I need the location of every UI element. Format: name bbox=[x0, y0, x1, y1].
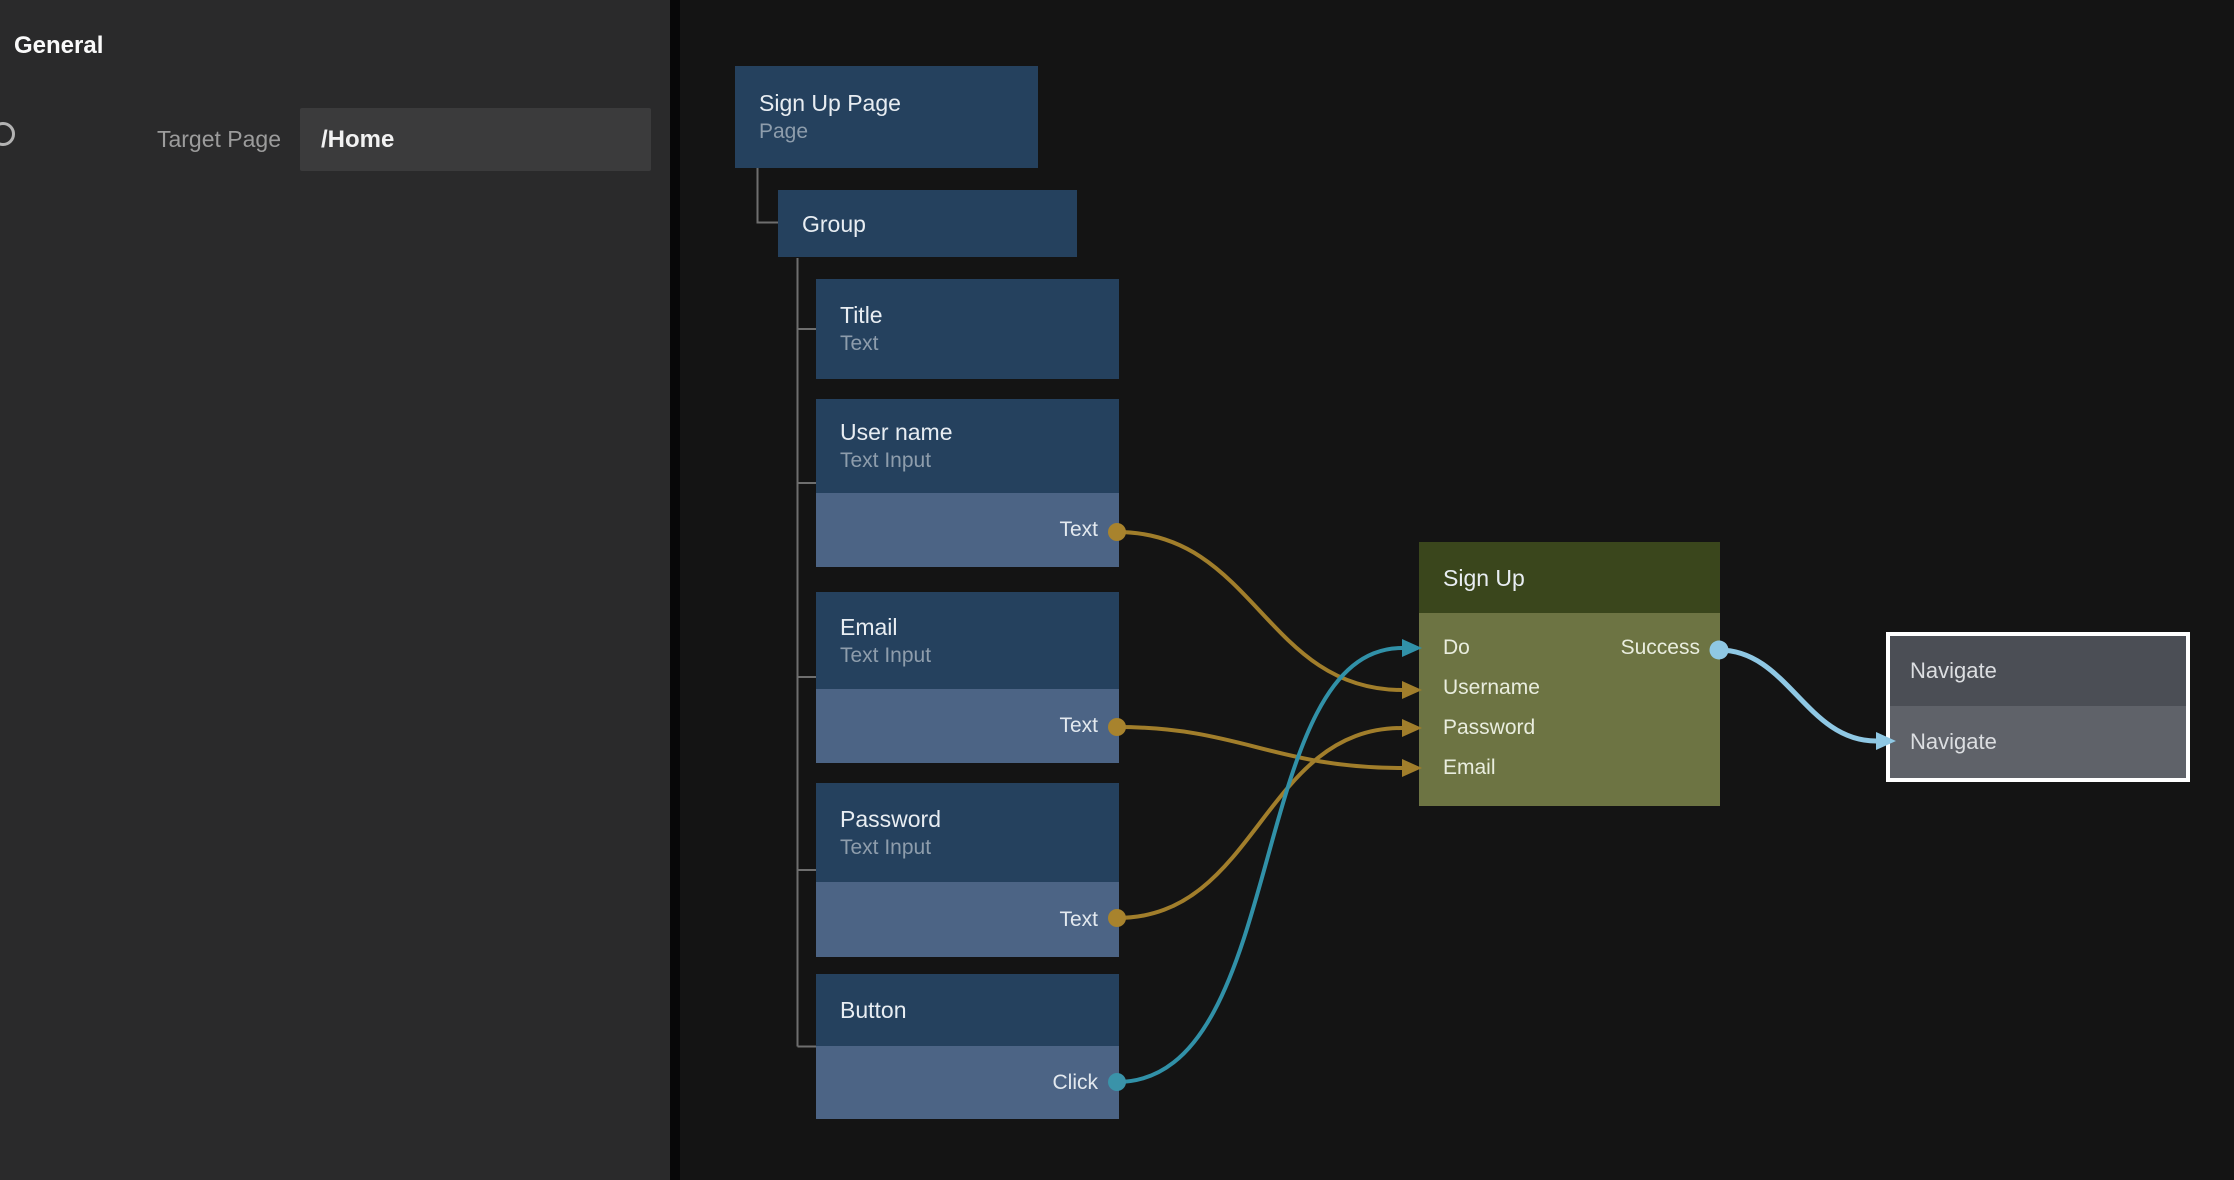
node-subtitle: Text Input bbox=[840, 835, 1119, 861]
node-subtitle: Text Input bbox=[840, 643, 1119, 669]
tree-connector-lines bbox=[758, 168, 817, 1047]
node-title: Navigate bbox=[1910, 658, 1997, 684]
tree-node-username[interactable]: User name Text Input Text bbox=[816, 399, 1119, 567]
node-title: Email bbox=[840, 613, 1119, 641]
connection-success-navigate[interactable] bbox=[1719, 650, 1876, 741]
input-port-username[interactable]: Username bbox=[1443, 676, 1540, 700]
node-header: Button bbox=[816, 974, 1119, 1046]
panel-canvas-divider bbox=[670, 0, 680, 1180]
port-circle-icon bbox=[0, 122, 15, 146]
tree-node-title[interactable]: Title Text bbox=[816, 279, 1119, 379]
node-header: Sign Up Page Page bbox=[735, 66, 1038, 168]
connection-password-text[interactable] bbox=[1117, 728, 1402, 918]
node-header: Email Text Input bbox=[816, 592, 1119, 689]
node-header: Group bbox=[778, 190, 1077, 257]
input-port-password[interactable]: Password bbox=[1443, 716, 1535, 740]
port-row: Username bbox=[1419, 668, 1720, 708]
port-row: Email bbox=[1419, 748, 1720, 788]
port-row: Do Success bbox=[1419, 628, 1720, 668]
port-label: Text bbox=[1059, 518, 1098, 542]
node-header: Sign Up bbox=[1419, 542, 1720, 613]
node-title: User name bbox=[840, 418, 1119, 446]
node-header: Navigate bbox=[1890, 636, 2186, 706]
output-port-text[interactable]: Text bbox=[816, 689, 1119, 763]
input-port-do[interactable]: Do bbox=[1443, 636, 1470, 660]
properties-panel: General Target Page bbox=[0, 0, 670, 1180]
target-page-input[interactable] bbox=[300, 108, 651, 171]
port-label: Text bbox=[1059, 908, 1098, 932]
output-port-success[interactable]: Success bbox=[1621, 636, 1700, 660]
output-port-text[interactable]: Text bbox=[816, 882, 1119, 957]
node-title: Title bbox=[840, 301, 1119, 329]
port-row: Password bbox=[1419, 708, 1720, 748]
connection-email-text[interactable] bbox=[1117, 727, 1402, 768]
target-page-label: Target Page bbox=[60, 126, 281, 153]
node-title: Group bbox=[802, 210, 1077, 238]
output-port-text[interactable]: Text bbox=[816, 493, 1119, 567]
node-body: Do Success Username Password Email bbox=[1419, 613, 1720, 806]
connection-click-do[interactable] bbox=[1117, 648, 1402, 1082]
node-subtitle: Text Input bbox=[840, 448, 1119, 474]
tree-node-button[interactable]: Button Click bbox=[816, 974, 1119, 1119]
node-header: Password Text Input bbox=[816, 783, 1119, 882]
input-port-email[interactable]: Email bbox=[1443, 756, 1496, 780]
connection-username-text[interactable] bbox=[1117, 532, 1402, 690]
input-port-navigate[interactable]: Navigate bbox=[1910, 729, 1997, 755]
node-editor-screen: General Target Page Sign Up Page Page Gr… bbox=[0, 0, 2234, 1180]
node-title: Button bbox=[840, 996, 1119, 1024]
logic-node-navigate[interactable]: Navigate Navigate bbox=[1886, 632, 2190, 782]
node-body: Navigate bbox=[1890, 706, 2186, 778]
node-title: Password bbox=[840, 805, 1119, 833]
tree-node-password[interactable]: Password Text Input Text bbox=[816, 783, 1119, 957]
port-label: Text bbox=[1059, 714, 1098, 738]
logic-node-signup[interactable]: Sign Up Do Success Username Password Ema… bbox=[1419, 542, 1720, 806]
panel-section-title: General bbox=[14, 32, 103, 60]
tree-node-group[interactable]: Group bbox=[778, 190, 1077, 257]
node-header: User name Text Input bbox=[816, 399, 1119, 493]
node-title: Sign Up Page bbox=[759, 89, 1038, 117]
tree-node-email[interactable]: Email Text Input Text bbox=[816, 592, 1119, 763]
node-title: Sign Up bbox=[1443, 564, 1525, 592]
tree-node-signup-page[interactable]: Sign Up Page Page bbox=[735, 66, 1038, 168]
node-header: Title Text bbox=[816, 279, 1119, 379]
node-subtitle: Text bbox=[840, 331, 1119, 357]
port-label: Click bbox=[1053, 1071, 1099, 1095]
output-port-click[interactable]: Click bbox=[816, 1046, 1119, 1119]
node-subtitle: Page bbox=[759, 119, 1038, 145]
